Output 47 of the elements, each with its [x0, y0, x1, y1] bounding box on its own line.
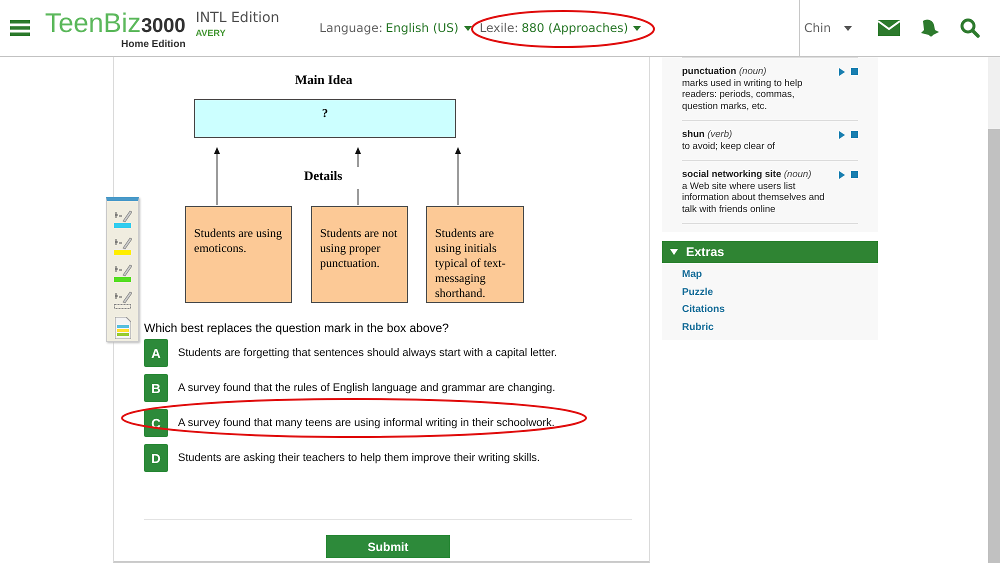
logo[interactable]: TeenBiz3000	[45, 10, 186, 40]
extras-link[interactable]: Rubric	[682, 322, 714, 334]
extras-header[interactable]: Extras	[662, 241, 878, 263]
main-idea-box: ?	[194, 99, 456, 138]
edition-label: INTL Edition	[196, 10, 280, 26]
eraser-icon[interactable]	[114, 290, 132, 310]
account-dropdown[interactable]: Chin	[804, 21, 852, 35]
lexile-dropdown[interactable]: Lexile: 880 (Approaches)	[480, 21, 642, 35]
extras-link[interactable]: Citations	[682, 304, 725, 316]
notes-icon[interactable]	[114, 317, 130, 339]
play-icon[interactable]	[839, 68, 845, 76]
language-dropdown[interactable]: Language: English (US)	[319, 21, 472, 35]
user-name: AVERY	[196, 28, 227, 38]
answer-choice-button[interactable]: D	[144, 444, 168, 472]
definition-text: to avoid; keep clear of	[682, 140, 776, 152]
answer-choice-button[interactable]: A	[144, 339, 168, 367]
vocabulary-term: shun (verb)	[682, 129, 734, 140]
detail-box: Students are using emoticons.	[185, 206, 292, 303]
vocabulary-term: social networking site (noun)	[682, 169, 812, 180]
answer-text: A survey found that many teens are using informal writing in their schoolwork.	[178, 417, 555, 429]
definition-text: marks used in writing to help readers: periods, commas, question marks, etc.	[682, 78, 804, 112]
detail-box: Students are not using proper punctuation.	[311, 206, 408, 303]
vocabulary-term: punctuation (noun)	[682, 66, 768, 78]
mail-icon[interactable]	[878, 20, 900, 36]
submit-button[interactable]: Submit	[326, 535, 450, 558]
arrow	[213, 147, 221, 205]
extras-link[interactable]: Puzzle	[682, 286, 714, 299]
highlighter-icon[interactable]	[114, 209, 132, 229]
bell-icon[interactable]	[920, 19, 940, 37]
highlighter-icon[interactable]	[114, 263, 132, 283]
logo-subtitle: Home Edition	[121, 39, 186, 50]
extras-link[interactable]: Map	[682, 269, 702, 282]
question-text: Which best replaces the question mark in the box above?	[144, 321, 450, 335]
answer-text: A survey found that the rules of English language and grammar are changing.	[178, 382, 556, 394]
play-icon[interactable]	[839, 131, 845, 139]
menu-icon[interactable]	[10, 20, 30, 36]
definition-text: a Web site where users list information about themselves and talk with friends online	[682, 180, 826, 215]
play-icon[interactable]	[839, 171, 845, 179]
answer-text: Students are forgetting that sentences should always start with a capital letter.	[178, 347, 558, 359]
arrow	[354, 147, 362, 205]
highlighter-icon[interactable]	[114, 236, 132, 256]
diagram-title: Main Idea	[295, 72, 352, 88]
search-icon[interactable]	[960, 18, 980, 38]
arrow	[454, 147, 462, 205]
detail-box: Students are using initials typical of text-messaging shorthand.	[426, 206, 524, 303]
answer-choice-button[interactable]: B	[144, 374, 168, 402]
answer-text: Students are asking their teachers to help them improve their writing skills.	[178, 452, 540, 464]
